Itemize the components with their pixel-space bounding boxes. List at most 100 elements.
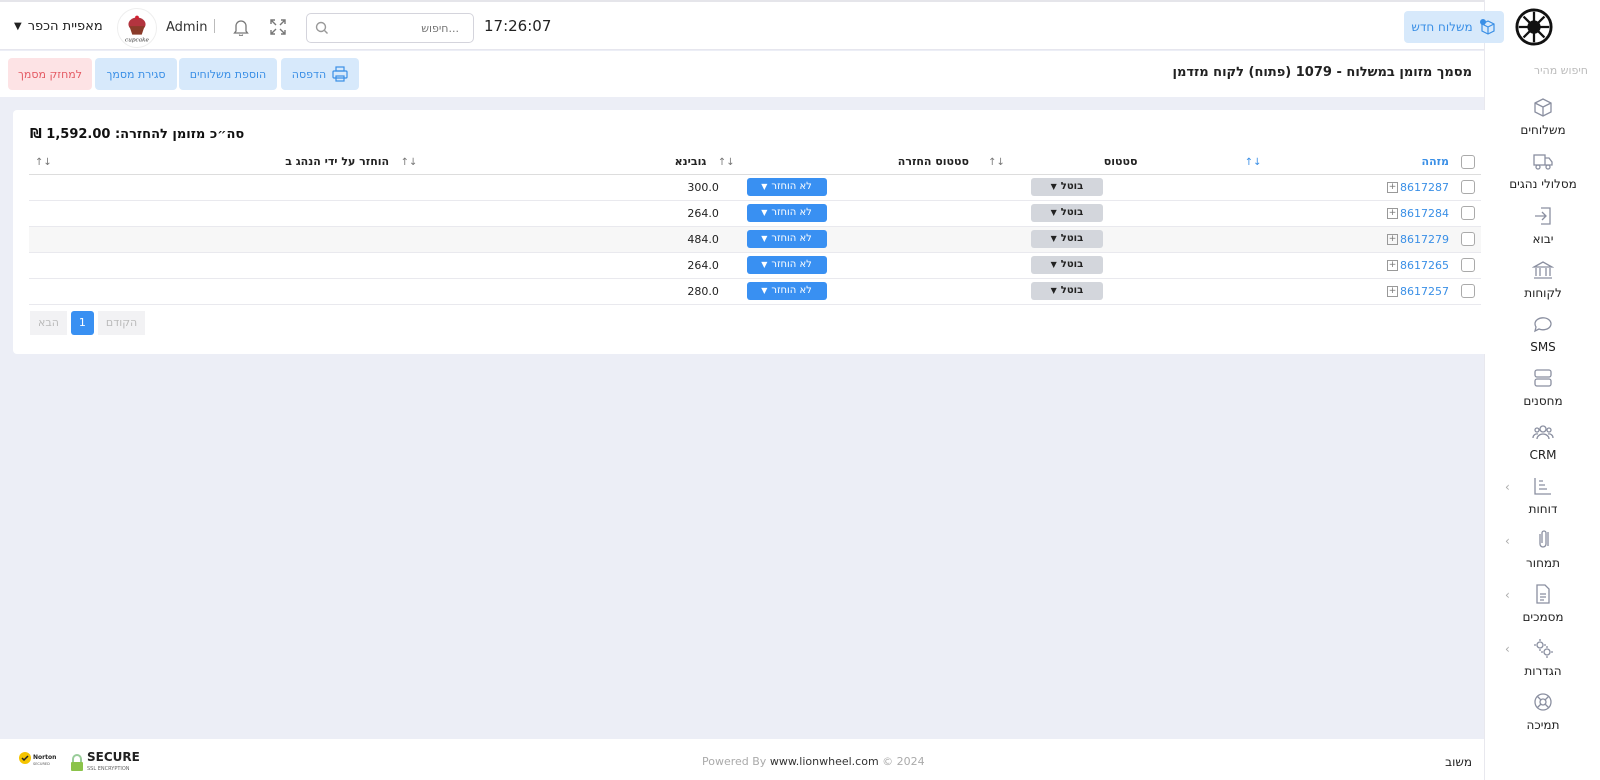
expand-plus-icon[interactable]: + xyxy=(1387,286,1398,297)
print-label: הדפסה xyxy=(291,67,327,81)
paperclip-icon xyxy=(1539,530,1549,548)
table-row: 8617265+ בוטל▼ לא הוחזר▼ 264.0 xyxy=(29,252,1481,279)
shipment-id-link[interactable]: 8617265 xyxy=(1400,259,1449,272)
sort-icon[interactable]: ↓↑ xyxy=(988,157,1005,168)
chevron-left-icon: ‹ xyxy=(1505,642,1510,656)
shipment-id-link[interactable]: 8617257 xyxy=(1400,285,1449,298)
row-extra-cell xyxy=(29,252,58,279)
return-status-dropdown[interactable]: לא הוחזר▼ xyxy=(746,178,827,196)
sidebar: חיפוש מהיר משלוחים מסלולי נהגים יבוא לקו… xyxy=(1484,0,1600,780)
pagination-page-1[interactable]: 1 xyxy=(70,311,94,335)
status-dropdown[interactable]: בוטל▼ xyxy=(1030,282,1103,300)
sort-icon[interactable]: ↓↑ xyxy=(718,157,735,168)
document-icon xyxy=(1536,584,1550,604)
return-status-dropdown[interactable]: לא הוחזר▼ xyxy=(746,256,827,274)
row-select-cell xyxy=(1455,278,1481,305)
row-checkbox[interactable] xyxy=(1461,232,1475,246)
expand-plus-icon[interactable]: + xyxy=(1387,234,1398,245)
row-checkbox[interactable] xyxy=(1461,180,1475,194)
row-checkbox[interactable] xyxy=(1461,258,1475,272)
chart-icon xyxy=(1534,478,1551,495)
sidebar-item-driver-routes[interactable]: מסלולי נהגים xyxy=(1485,150,1600,191)
row-extra-cell xyxy=(29,200,58,227)
row-checkbox[interactable] xyxy=(1461,284,1475,298)
print-button[interactable]: הדפסה xyxy=(281,58,359,90)
row-select-cell xyxy=(1455,252,1481,279)
row-select-cell xyxy=(1455,200,1481,227)
sidebar-item-documents[interactable]: ‹ מסמכים xyxy=(1485,583,1600,624)
sidebar-item-import[interactable]: יבוא xyxy=(1485,205,1600,246)
row-returned-by-cell xyxy=(57,200,424,227)
row-returned-by-cell xyxy=(57,278,424,305)
pagination-next[interactable]: הבא xyxy=(30,311,67,335)
shipment-id-link[interactable]: 8617284 xyxy=(1400,207,1449,220)
box-icon xyxy=(1534,98,1552,117)
lion-logo-icon[interactable] xyxy=(1515,8,1553,46)
top-header: משלוח חדש 17:26:07 Admin cupcake ▼ מאפיי… xyxy=(0,0,1504,50)
status-dropdown[interactable]: בוטל▼ xyxy=(1030,256,1103,274)
status-dropdown[interactable]: בוטל▼ xyxy=(1030,204,1103,222)
sidebar-item-label: תמיכה xyxy=(1526,718,1560,732)
shipments-table: מזהה ↓↑ סטטוס ↓↑ סטטוס החזרה ↓↑ גובינא ↓… xyxy=(29,150,1481,305)
sidebar-item-support[interactable]: תמיכה xyxy=(1485,691,1600,732)
shipment-id-link[interactable]: 8617287 xyxy=(1400,181,1449,194)
avatar[interactable]: cupcake xyxy=(117,8,157,48)
expand-plus-icon[interactable]: + xyxy=(1387,182,1398,193)
chevron-down-icon: ▼ xyxy=(14,21,22,32)
row-status-cell: בוטל▼ xyxy=(1010,278,1268,305)
new-shipment-button[interactable]: משלוח חדש xyxy=(1404,11,1504,43)
column-header-status[interactable]: ↓↑ סטטוס xyxy=(1010,150,1268,175)
sidebar-item-settings[interactable]: ‹ הגדרות xyxy=(1485,637,1600,678)
row-collection-cell: 264.0 xyxy=(423,252,741,279)
column-header-id[interactable]: מזהה xyxy=(1267,150,1455,175)
column-header-returned-by[interactable]: ↓↑ הוחזר על ידי הנהג ב xyxy=(57,150,424,175)
sort-icon[interactable]: ↓↑ xyxy=(35,157,52,168)
sidebar-item-warehouses[interactable]: מחסנים xyxy=(1485,367,1600,408)
archive-document-button[interactable]: למחזק מסמך xyxy=(8,58,92,90)
sort-icon[interactable]: ↓↑ xyxy=(401,157,418,168)
column-header-extra[interactable]: ↓↑ xyxy=(29,150,58,175)
add-shipments-button[interactable]: הוספת משלוחים xyxy=(179,58,277,90)
sidebar-item-label: תמחור xyxy=(1526,556,1560,570)
sidebar-item-label: מחסנים xyxy=(1523,394,1563,408)
row-checkbox[interactable] xyxy=(1461,206,1475,220)
return-status-dropdown[interactable]: לא הוחזר▼ xyxy=(746,204,827,222)
bell-icon[interactable] xyxy=(233,18,249,36)
search-input[interactable] xyxy=(335,19,459,37)
pagination-prev[interactable]: הקודם xyxy=(97,311,146,335)
feedback-link[interactable]: משוב xyxy=(1445,755,1472,769)
sidebar-item-shipments[interactable]: משלוחים xyxy=(1485,96,1600,137)
row-return-status-cell: לא הוחזר▼ xyxy=(740,278,1011,305)
bank-icon xyxy=(1532,261,1554,279)
column-header-collection[interactable]: ↓↑ גובינא xyxy=(423,150,741,175)
expand-plus-icon[interactable]: + xyxy=(1387,260,1398,271)
return-status-dropdown[interactable]: לא הוחזר▼ xyxy=(746,230,827,248)
sidebar-item-label: משלוחים xyxy=(1520,123,1566,137)
sidebar-item-sms[interactable]: SMS xyxy=(1485,313,1600,354)
sort-icon[interactable]: ↓↑ xyxy=(1245,157,1262,168)
quick-search-label[interactable]: חיפוש מהיר xyxy=(1492,64,1588,77)
company-select[interactable]: ▼ מאפיית הכפר xyxy=(14,19,103,34)
close-document-button[interactable]: סגירת מסמך xyxy=(95,58,177,90)
return-status-dropdown[interactable]: לא הוחזר▼ xyxy=(746,282,827,300)
admin-label[interactable]: Admin xyxy=(166,20,207,35)
row-extra-cell xyxy=(29,174,58,201)
expand-plus-icon[interactable]: + xyxy=(1387,208,1398,219)
row-collection-cell: 280.0 xyxy=(423,278,741,305)
sidebar-item-crm[interactable]: CRM xyxy=(1485,421,1600,462)
row-returned-by-cell xyxy=(57,252,424,279)
box-plus-icon xyxy=(1479,19,1495,35)
search-box[interactable] xyxy=(306,13,474,43)
sidebar-item-reports[interactable]: ‹ דוחות xyxy=(1485,475,1600,516)
sidebar-item-customers[interactable]: לקוחות xyxy=(1485,259,1600,300)
shipment-id-link[interactable]: 8617279 xyxy=(1400,233,1449,246)
select-all-checkbox[interactable] xyxy=(1461,154,1475,169)
row-id-cell: 8617287+ xyxy=(1267,174,1455,201)
fullscreen-icon[interactable] xyxy=(270,19,286,35)
sidebar-item-pricing[interactable]: ‹ תמחור xyxy=(1485,529,1600,570)
sidebar-item-label: יבוא xyxy=(1532,232,1554,246)
site-link[interactable]: www.lionwheel.com xyxy=(770,755,879,768)
status-dropdown[interactable]: בוטל▼ xyxy=(1030,230,1103,248)
column-header-return-status[interactable]: ↓↑ סטטוס החזרה xyxy=(740,150,1011,175)
status-dropdown[interactable]: בוטל▼ xyxy=(1030,178,1103,196)
